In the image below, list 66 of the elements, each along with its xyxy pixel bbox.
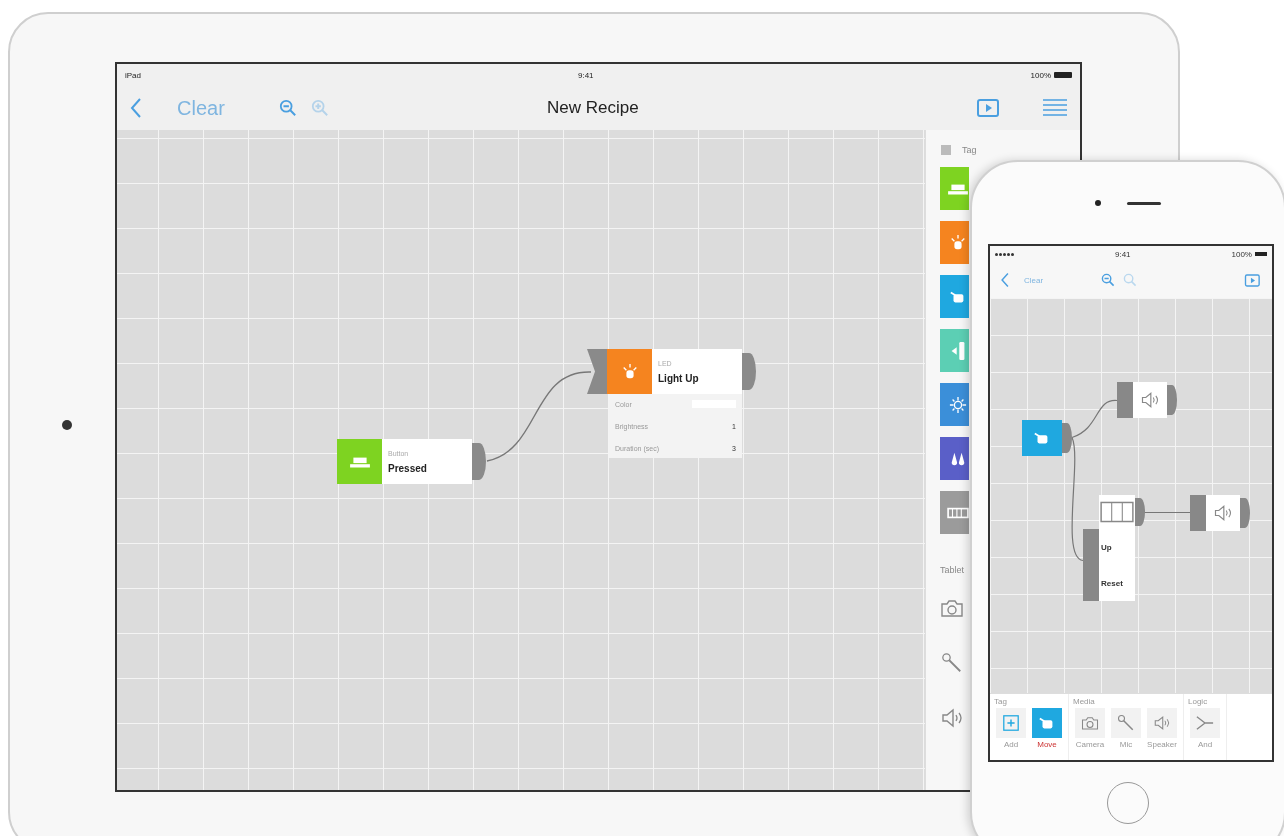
zoom-in-icon[interactable] [1123, 273, 1138, 287]
recipe-canvas[interactable]: Up Reset [990, 298, 1272, 693]
block-tile[interactable] [940, 275, 969, 318]
phone-camera [1095, 200, 1101, 206]
plus-icon [1002, 714, 1020, 732]
microphone-icon [1117, 714, 1135, 732]
output-port[interactable] [1167, 385, 1177, 415]
connector-line [1143, 511, 1191, 514]
sun-icon [947, 395, 969, 414]
section-label: Logic [1188, 697, 1209, 706]
node-action: Pressed [388, 462, 428, 474]
speaker-icon [1153, 714, 1171, 732]
node-action: Up [1101, 542, 1113, 552]
input-port[interactable] [1117, 382, 1133, 418]
microphone-icon [940, 652, 964, 674]
block-tile[interactable] [940, 329, 969, 372]
output-port[interactable] [742, 353, 756, 390]
battery-icon [1255, 252, 1267, 256]
battery-label: 100% [1030, 70, 1051, 80]
node-tile[interactable] [607, 349, 652, 394]
play-icon[interactable] [976, 97, 1002, 119]
speaker-icon [940, 707, 964, 729]
tablet-camera [62, 420, 72, 430]
node-tile[interactable] [337, 439, 382, 484]
zoom-out-icon[interactable] [1101, 273, 1116, 287]
block-tile[interactable] [940, 383, 969, 426]
block-tile[interactable] [940, 167, 969, 210]
output-port[interactable] [1240, 498, 1250, 528]
clock: 9:41 [578, 70, 594, 80]
node-action: Light Up [658, 372, 700, 384]
node-card[interactable]: Up Reset [1099, 529, 1135, 601]
camera-icon [1081, 714, 1099, 732]
play-icon[interactable] [1244, 272, 1262, 288]
signal-icon [995, 252, 1014, 256]
zoom-in-icon[interactable] [310, 99, 329, 117]
camera-icon [940, 597, 964, 619]
zoom-out-icon[interactable] [278, 99, 297, 117]
section-label: Tag [994, 697, 1008, 706]
block-tile[interactable] [940, 221, 969, 264]
section-label: Media [1073, 697, 1096, 706]
section-label: Tablet [940, 565, 966, 575]
node-action: Reset [1101, 578, 1124, 588]
input-port[interactable] [1083, 529, 1099, 601]
menu-icon[interactable] [1042, 98, 1068, 118]
earpiece [1127, 201, 1161, 205]
clock: 9:41 [1114, 249, 1131, 259]
counter-icon[interactable] [1099, 495, 1135, 529]
tag-icon [940, 144, 952, 156]
block-tile[interactable] [940, 437, 969, 480]
speaker-icon [1140, 391, 1160, 409]
back-icon[interactable] [1000, 272, 1010, 288]
output-port[interactable] [472, 443, 486, 480]
output-port[interactable] [1062, 423, 1072, 453]
battery-icon [1054, 72, 1072, 78]
output-port[interactable] [1135, 498, 1145, 526]
section-label: Tag [962, 145, 977, 155]
screen-title: New Recipe [547, 98, 639, 118]
battery-label: 100% [1231, 249, 1252, 259]
carrier-label: iPad [125, 70, 141, 80]
speaker-icon [1213, 504, 1233, 522]
logic-gate-icon [1196, 714, 1214, 732]
input-port[interactable] [587, 349, 607, 394]
input-port[interactable] [1190, 495, 1206, 531]
node-tile[interactable] [1022, 420, 1062, 456]
back-icon[interactable] [129, 97, 143, 119]
block-tile[interactable] [940, 491, 969, 534]
